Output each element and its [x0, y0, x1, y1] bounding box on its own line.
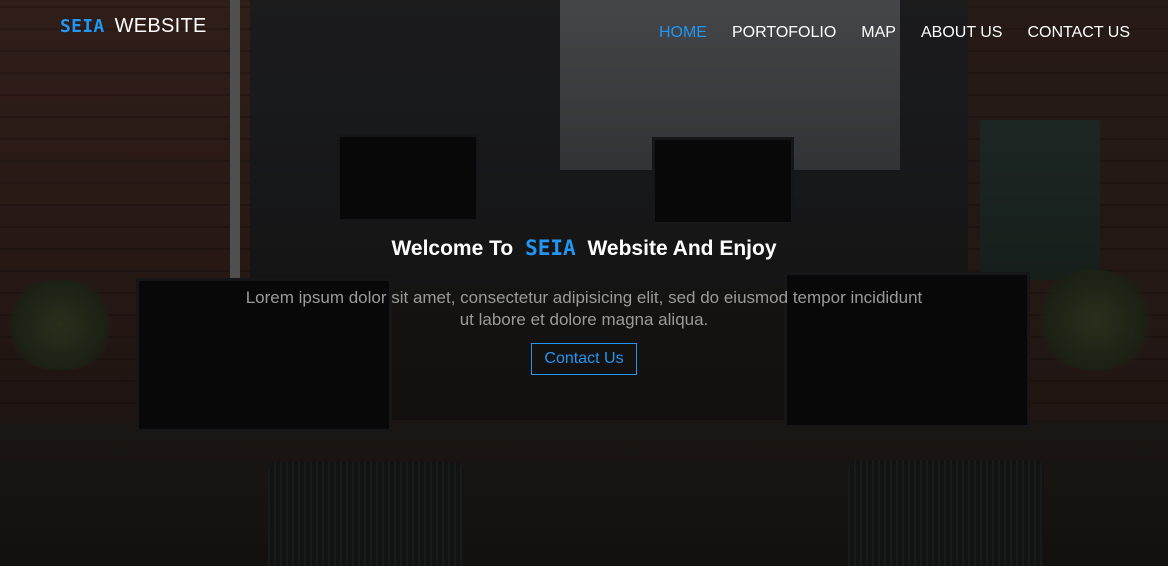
- nav-item-home[interactable]: HOME: [659, 24, 707, 42]
- headline-prefix: Welcome To: [391, 237, 514, 260]
- contact-us-button[interactable]: Contact Us: [531, 343, 637, 375]
- headline-accent: SEIA: [525, 236, 576, 260]
- hero-content: Welcome To SEIA Website And Enjoy Lorem …: [0, 236, 1168, 375]
- main-nav: HOME PORTOFOLIO MAP ABOUT US CONTACT US: [634, 24, 1130, 42]
- headline-suffix: Website And Enjoy: [587, 237, 777, 260]
- nav-item-contact-us[interactable]: CONTACT US: [1027, 24, 1130, 42]
- brand-name: WEBSITE: [114, 15, 207, 37]
- nav-item-map[interactable]: MAP: [861, 24, 896, 42]
- site-logo[interactable]: SEIA WEBSITE: [60, 15, 207, 38]
- brand-accent: SEIA: [60, 16, 105, 37]
- hero-section: SEIA WEBSITE HOME PORTOFOLIO MAP ABOUT US…: [0, 0, 1168, 566]
- nav-item-portofolio[interactable]: PORTOFOLIO: [732, 24, 836, 42]
- nav-item-about-us[interactable]: ABOUT US: [921, 24, 1003, 42]
- hero-lead-text: Lorem ipsum dolor sit amet, consectetur …: [245, 288, 923, 329]
- hero-headline: Welcome To SEIA Website And Enjoy: [0, 236, 1168, 261]
